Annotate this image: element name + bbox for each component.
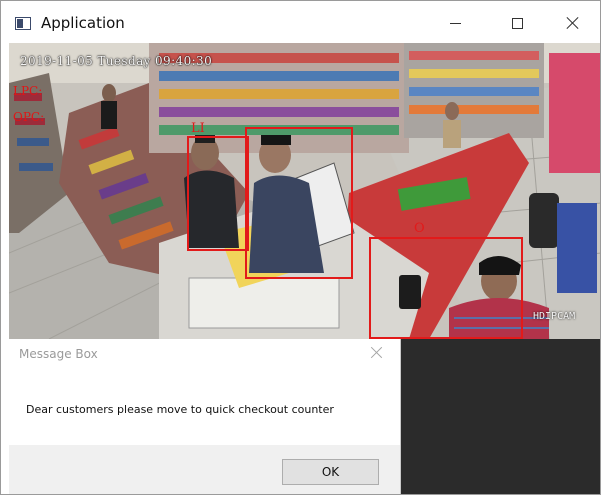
close-button[interactable] [551, 7, 595, 39]
close-icon[interactable] [369, 345, 385, 361]
app-window-icon [15, 17, 31, 30]
detection-box [369, 237, 523, 339]
detection-box [245, 127, 353, 279]
minimize-button[interactable] [433, 7, 477, 39]
opc-label: OPC: [13, 110, 45, 124]
video-timestamp: 2019-11-05 Tuesday 09:40:30 [20, 54, 213, 68]
camera-feed: 2019-11-05 Tuesday 09:40:30 LPC: OPC: LI… [9, 43, 600, 339]
maximize-icon [511, 17, 523, 29]
dialog-footer: OK [9, 445, 400, 494]
title-bar[interactable]: Application [1, 1, 600, 43]
ok-button[interactable]: OK [282, 459, 379, 485]
message-box-title: Message Box [19, 347, 98, 361]
maximize-button[interactable] [495, 7, 539, 39]
application-window: Application 2019-11-05 Tuesday 09:40:30 … [0, 0, 601, 495]
lpc-label: LPC: [13, 84, 43, 98]
detection-label: LI [191, 121, 205, 136]
message-text: Dear customers please move to quick chec… [26, 403, 334, 416]
empty-panel [401, 339, 600, 494]
detection-box [187, 136, 249, 251]
minimize-icon [449, 22, 461, 24]
message-box-dialog: Message Box Dear customers please move t… [9, 339, 401, 494]
window-title: Application [41, 14, 125, 32]
close-icon [566, 16, 580, 30]
detection-label: O [414, 221, 425, 236]
camera-watermark: HDIPCAM [533, 311, 576, 322]
